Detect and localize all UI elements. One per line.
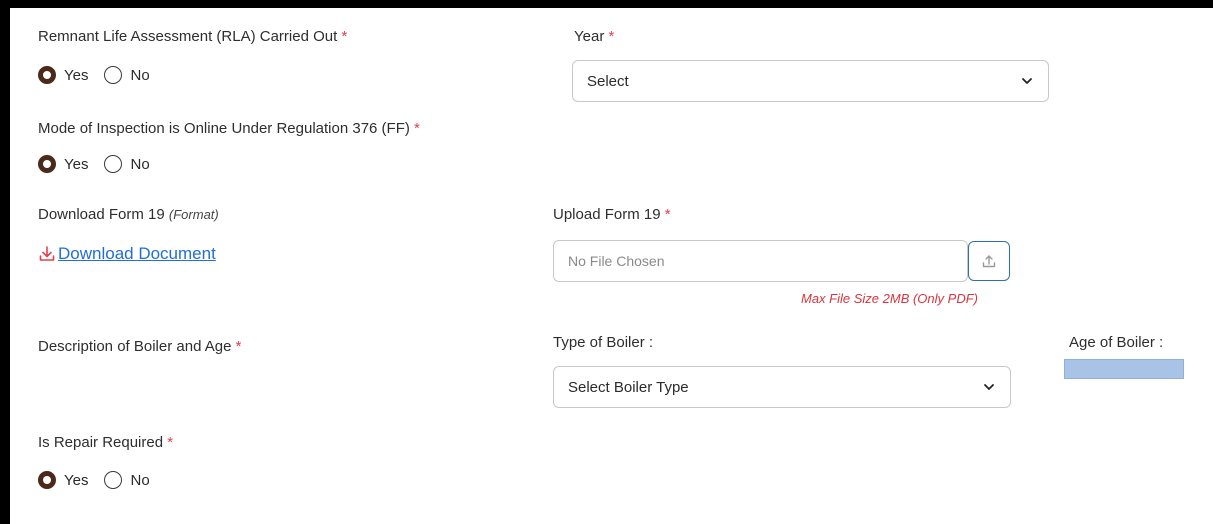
inspection-mode-label: Mode of Inspection is Online Under Regul… — [38, 120, 410, 137]
repair-no-radio[interactable] — [104, 471, 123, 489]
inspection-yes-label: Yes — [64, 155, 89, 173]
download-link-text: Download Document — [58, 244, 216, 263]
rla-no-label: No — [130, 66, 150, 84]
boiler-type-value: Select Boiler Type — [568, 378, 689, 396]
repair-yes-radio[interactable] — [38, 471, 56, 489]
inspection-label-row: Mode of Inspection is Online Under Regul… — [38, 120, 420, 137]
repair-label-row: Is Repair Required * — [38, 434, 173, 451]
age-of-boiler-field[interactable] — [1064, 359, 1184, 379]
required-mark: * — [414, 120, 420, 137]
chevron-down-icon — [1022, 78, 1032, 84]
rla-label: Remnant Life Assessment (RLA) Carried Ou… — [38, 28, 338, 45]
required-mark: * — [608, 28, 615, 45]
upload-icon — [982, 255, 996, 268]
rla-yes-label: Yes — [64, 66, 89, 84]
repair-no-label: No — [130, 471, 150, 489]
year-label-row: Year * — [574, 28, 614, 45]
format-hint: (Format) — [168, 207, 219, 222]
boiler-description-row: Description of Boiler and Age * — [38, 338, 241, 355]
upload-button[interactable] — [968, 241, 1010, 281]
boiler-type-select[interactable]: Select Boiler Type — [553, 366, 1011, 408]
inspection-no-label: No — [130, 155, 150, 173]
rla-no-radio[interactable] — [104, 66, 123, 84]
age-of-boiler-label: Age of Boiler : — [1069, 334, 1164, 351]
file-placeholder: No File Chosen — [568, 253, 665, 269]
form-panel: Remnant Life Assessment (RLA) Carried Ou… — [10, 8, 1213, 524]
year-label: Year — [574, 28, 605, 45]
boiler-description-label: Description of Boiler and Age — [38, 338, 232, 355]
rla-radio-group: Yes No — [38, 66, 150, 84]
inspection-no-radio[interactable] — [104, 155, 123, 173]
year-select[interactable]: Select — [572, 60, 1049, 102]
required-mark: * — [167, 434, 174, 451]
download-document-link[interactable]: Download Document — [38, 244, 216, 264]
inspection-yes-radio[interactable] — [38, 155, 56, 173]
required-mark: * — [664, 206, 671, 223]
rla-label-row: Remnant Life Assessment (RLA) Carried Ou… — [38, 28, 347, 45]
year-select-value: Select — [587, 72, 629, 90]
repair-required-label: Is Repair Required — [38, 434, 164, 451]
upload-file-field[interactable]: No File Chosen — [553, 240, 968, 282]
rla-yes-radio[interactable] — [38, 66, 56, 84]
download-form-label: Download Form 19 — [38, 206, 165, 223]
download-label-row: Download Form 19 (Format) — [38, 206, 219, 223]
max-file-size-note: Max File Size 2MB (Only PDF) — [801, 291, 978, 306]
download-icon — [39, 246, 55, 261]
repair-radio-group: Yes No — [38, 471, 150, 489]
boiler-type-label: Type of Boiler : — [553, 334, 654, 351]
repair-yes-label: Yes — [64, 471, 89, 489]
required-mark: * — [235, 338, 242, 355]
chevron-down-icon — [984, 384, 994, 390]
upload-form-label: Upload Form 19 — [553, 206, 661, 223]
required-mark: * — [341, 28, 348, 45]
upload-label-row: Upload Form 19 * — [553, 206, 671, 223]
inspection-radio-group: Yes No — [38, 155, 150, 173]
